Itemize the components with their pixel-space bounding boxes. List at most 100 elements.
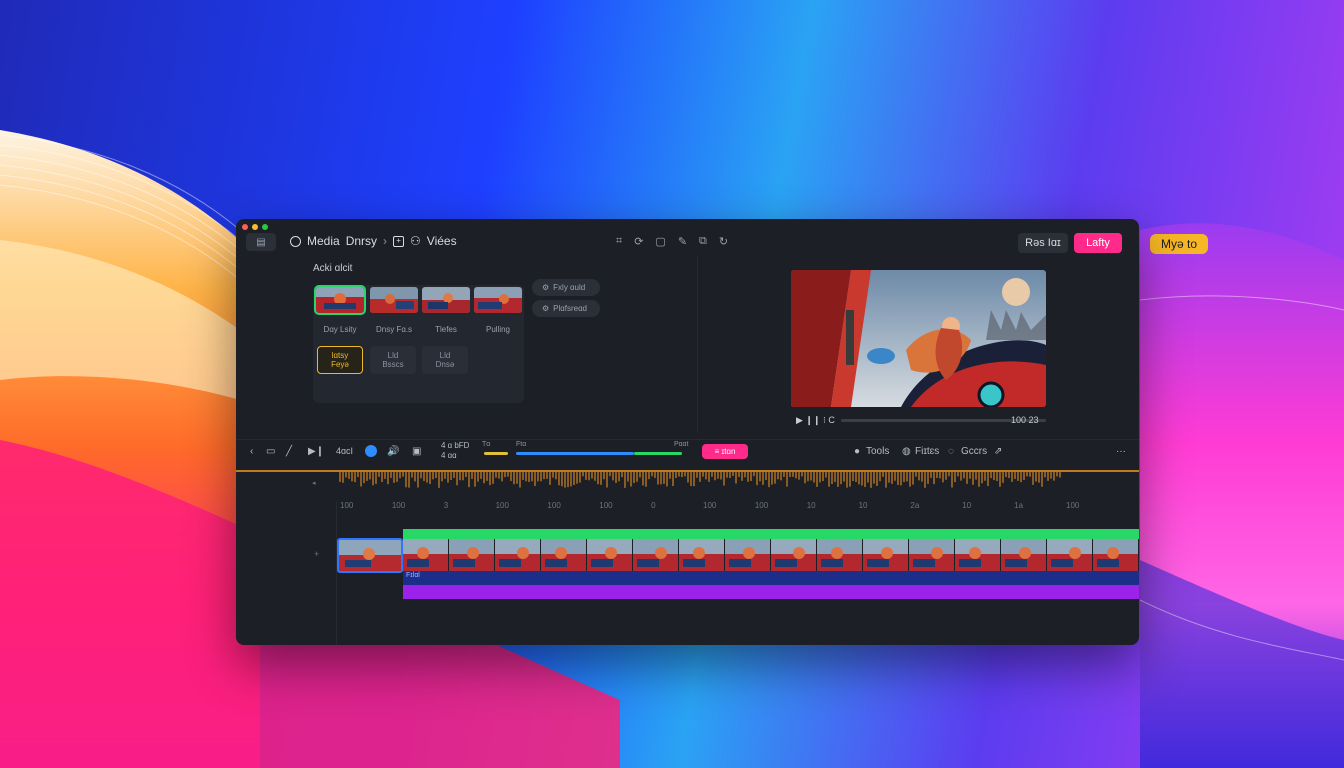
ruler-tick: 2a [910, 501, 920, 510]
chevron-left-icon[interactable]: ‹ [250, 446, 253, 457]
thumb-label: Pulling [485, 325, 510, 334]
volume-meter[interactable] [516, 452, 634, 455]
audio-icon[interactable]: 🔊 [387, 446, 399, 457]
ruler-tick: 100 [703, 501, 717, 510]
colors-button[interactable]: Gccrs [961, 446, 987, 457]
app-window: ▤ Media Dnrsy › + ⚇ Viées ⌗ ⟳ ▢ ✎ ⧉ ↻ Rə… [236, 219, 1139, 645]
more-menu-button[interactable]: ··· [1116, 446, 1126, 457]
settings-icon: ⚙ [542, 304, 550, 313]
tile-line: Dnsə [435, 360, 455, 369]
transport-controls: ▶ ❙❙ ⁝ C [796, 414, 1046, 426]
crop-icon[interactable]: ⌗ [616, 235, 622, 248]
layers-icon[interactable]: ⧉ [699, 235, 707, 248]
ruler-tick: 3 [443, 501, 449, 510]
play-controls[interactable]: ▶ ❙❙ ⁝ C [796, 415, 835, 426]
pink-action-button[interactable]: ≡ ɪtɑn [702, 444, 748, 459]
filters-button[interactable]: Fiɪtɛs [915, 446, 939, 457]
clip-frame [1047, 539, 1093, 571]
tile-line: lɑtsy [331, 351, 349, 360]
ruler-tick: 100 [391, 501, 406, 510]
redo-icon[interactable]: ↻ [719, 235, 728, 248]
video-clip-strip[interactable] [403, 539, 1139, 571]
colors-icon: ◌ [948, 446, 954, 457]
counter-readout: 4ɑcI [336, 446, 354, 456]
tools-button[interactable]: Tools [866, 446, 889, 457]
pill-label: Fxly ɑuld [553, 283, 586, 292]
preset-tile[interactable]: lɑtsy Feyə [317, 346, 363, 374]
ruler-tick: 100 [340, 501, 354, 510]
selected-clip[interactable] [337, 538, 403, 573]
tile-line: Lld [387, 351, 399, 360]
ruler-tick: 1a [1014, 501, 1024, 510]
media-thumb[interactable] [370, 287, 418, 313]
tile-line: Bsscs [382, 360, 404, 369]
media-panel: Dɑy Lsity Dnsy Fɑ.s Tlefes Pulling lɑtsy… [313, 285, 524, 403]
record-toggle[interactable] [365, 445, 377, 457]
audio-waveform[interactable]: ◂ [236, 469, 1139, 491]
meter-label: Pɑɑt [674, 441, 689, 448]
thumb-label: Tlefes [435, 325, 457, 334]
timeline-ruler[interactable]: 100 100 3 100 100 100 0 100 100 10 10 2a 10 1a 100 [236, 501, 1139, 515]
title-bar: ▤ Media Dnrsy › + ⚇ Viées ⌗ ⟳ ▢ ✎ ⧉ ↻ Rə… [236, 229, 1139, 255]
trim-icon[interactable]: ▶❙ [308, 446, 324, 457]
clip-frame [1093, 539, 1139, 571]
tile-line: Feyə [331, 360, 349, 369]
settings-icon: ⚙ [542, 283, 550, 292]
media-thumb[interactable] [474, 287, 522, 313]
sidebar-toggle-button[interactable]: ▤ [246, 233, 276, 251]
top-icon-row: ⌗ ⟳ ▢ ✎ ⧉ ↻ [616, 235, 728, 248]
clip-frame [403, 539, 449, 571]
ruler-tick: 10 [858, 501, 868, 510]
rotate-icon[interactable]: ⟳ [634, 235, 643, 248]
timeline-toolbar: ‹ ▭ ╱ ▶❙ 4ɑcI 🔊 ▣ 4 ɑ bFD 4 ɑɑ Tɑ Ftɑ Pɑ… [236, 439, 1139, 463]
preset-tile[interactable]: Lld Bsscs [370, 346, 416, 374]
ruler-tick: 100 [754, 501, 769, 510]
clip-frame [771, 539, 817, 571]
secondary-button[interactable]: Rəs Iɑɪ [1018, 233, 1068, 253]
tools-icon: ● [854, 446, 861, 457]
clip-label-bar: Fɪlɑl [403, 571, 1139, 585]
timeline-tracks: + Fɪlɑl [236, 515, 1139, 645]
ruler-tick: 100 [547, 501, 561, 510]
person-icon: ⚇ [410, 234, 421, 248]
clip-frame [449, 539, 495, 571]
sidebar-icon: ▤ [256, 236, 266, 248]
audio-track-green[interactable] [403, 529, 1139, 539]
level-meter [484, 452, 508, 455]
add-square-icon[interactable]: + [393, 235, 405, 247]
blade-icon[interactable]: ╱ [286, 446, 292, 457]
readout-top: 4 ɑ bFD [441, 441, 470, 450]
frame-icon[interactable]: ▢ [655, 235, 665, 248]
media-thumb[interactable] [422, 287, 470, 313]
add-track-icon[interactable]: + [314, 549, 319, 559]
floating-badge[interactable]: Myə to [1150, 234, 1208, 254]
clip-frame [725, 539, 771, 571]
media-panel-title: Acki ɑlcit [313, 263, 353, 274]
ruler-tick: 10 [962, 501, 972, 510]
clip-frames [403, 539, 1139, 571]
volume-meter-peak [634, 452, 682, 455]
clip-icon[interactable]: ▭ [266, 446, 275, 457]
breadcrumb-media[interactable]: Media [307, 234, 340, 248]
chevron-right-icon: › [383, 234, 388, 248]
breadcrumb-dnrsy[interactable]: Dnrsy [346, 234, 377, 248]
primary-button[interactable]: Lafty [1074, 233, 1122, 253]
preset-tile[interactable]: Lld Dnsə [422, 346, 468, 374]
thumb-label: Dɑy Lsity [323, 325, 357, 334]
clip-frame [909, 539, 955, 571]
ruler-tick: 100 [1066, 501, 1080, 510]
media-thumb[interactable] [314, 285, 366, 315]
pen-icon[interactable]: ✎ [678, 235, 687, 248]
option-pill[interactable]: ⚙ Plɑfsreɑd [532, 300, 600, 317]
video-preview[interactable] [791, 270, 1046, 407]
circle-icon [290, 235, 301, 247]
option-pill[interactable]: ⚙ Fxly ɑuld [532, 279, 600, 296]
timecode: 100 23 [1011, 415, 1039, 425]
effects-track-purple[interactable] [403, 585, 1139, 599]
clip-frame [679, 539, 725, 571]
save-icon[interactable]: ▣ [412, 446, 421, 457]
readout-bottom: 4 ɑɑ [441, 451, 457, 460]
clip-frame [817, 539, 863, 571]
share-icon[interactable]: ⇗ [994, 446, 1002, 457]
breadcrumb-videos[interactable]: Viées [427, 234, 457, 248]
